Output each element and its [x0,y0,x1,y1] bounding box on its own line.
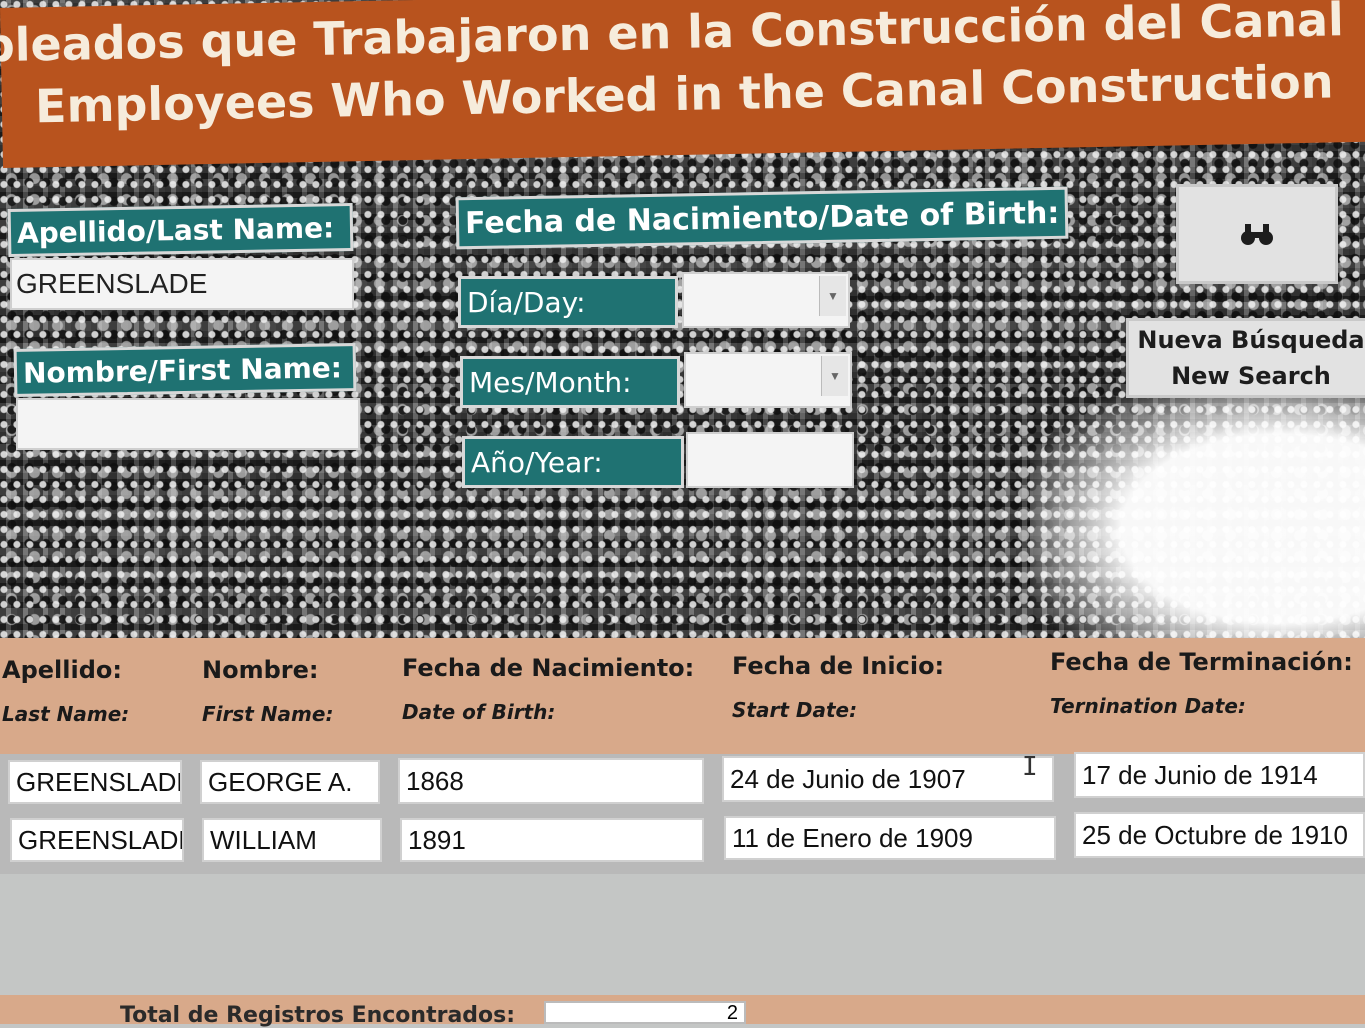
title-banner: Empleados que Trabajaron en la Construcc… [0,0,1365,168]
column-header-es: Fecha de Nacimiento: [402,654,695,682]
column-header-es: Apellido: [2,656,122,684]
column-header-en: First Name: [202,702,334,726]
column-header-es: Fecha de Terminación: [1050,648,1353,676]
new-search-label-en: New Search [1171,362,1331,390]
column-header-termination-date: Fecha de Terminación: Ternination Date: [1050,648,1353,718]
column-header-es: Fecha de Inicio: [732,652,945,680]
total-records-value: 2 [544,1001,746,1024]
cell-start-date: 24 de Junio de 1907 [722,756,1054,802]
cell-last-name: GREENSLADE [8,760,182,804]
year-input[interactable] [686,432,854,488]
total-records-label: Total de Registros Encontrados: [120,1003,516,1028]
cell-last-name: GREENSLADE [10,818,184,862]
column-header-start-date: Fecha de Inicio: Start Date: [732,652,944,722]
new-search-button[interactable]: Nueva Búsqueda New Search [1126,318,1365,398]
search-button[interactable] [1176,184,1338,284]
cell-first-name: WILLIAM [202,818,382,862]
date-of-birth-label: Fecha de Nacimiento/Date of Birth: [455,186,1069,250]
cell-start-date: 11 de Enero de 1909 [724,816,1056,860]
last-name-input[interactable]: GREENSLADE [10,258,354,310]
cell-termination-date: 25 de Octubre de 1910 [1074,812,1365,858]
first-name-input[interactable] [16,398,360,450]
cell-date-of-birth: 1868 [398,758,704,804]
photo-highlight [1030,380,1365,650]
binoculars-icon [1241,224,1273,245]
column-header-en: Start Date: [732,698,858,722]
column-header-date-of-birth: Fecha de Nacimiento: Date of Birth: [402,654,694,724]
column-header-en: Ternination Date: [1050,694,1246,718]
month-label: Mes/Month: [460,356,680,408]
cell-termination-date: 17 de Junio de 1914 [1074,752,1365,798]
year-label: Año/Year: [462,436,684,488]
column-header-en: Date of Birth: [402,700,556,724]
new-search-label-es: Nueva Búsqueda [1137,326,1365,354]
column-header-last-name: Apellido: Last Name: [2,656,129,726]
column-header-first-name: Nombre: First Name: [202,656,333,726]
text-cursor-icon: I [1022,752,1038,782]
day-select[interactable]: ▼ [682,272,850,328]
last-name-label: Apellido/Last Name: [7,202,354,258]
day-label: Día/Day: [458,276,678,328]
chevron-down-icon[interactable]: ▼ [821,356,848,396]
cell-first-name: GEORGE A. [200,760,380,804]
column-header-en: Last Name: [2,702,130,726]
month-select[interactable]: ▼ [684,352,852,408]
chevron-down-icon[interactable]: ▼ [819,276,846,316]
first-name-label: Nombre/First Name: [13,343,357,397]
column-header-es: Nombre: [202,656,319,684]
cell-date-of-birth: 1891 [400,818,704,862]
